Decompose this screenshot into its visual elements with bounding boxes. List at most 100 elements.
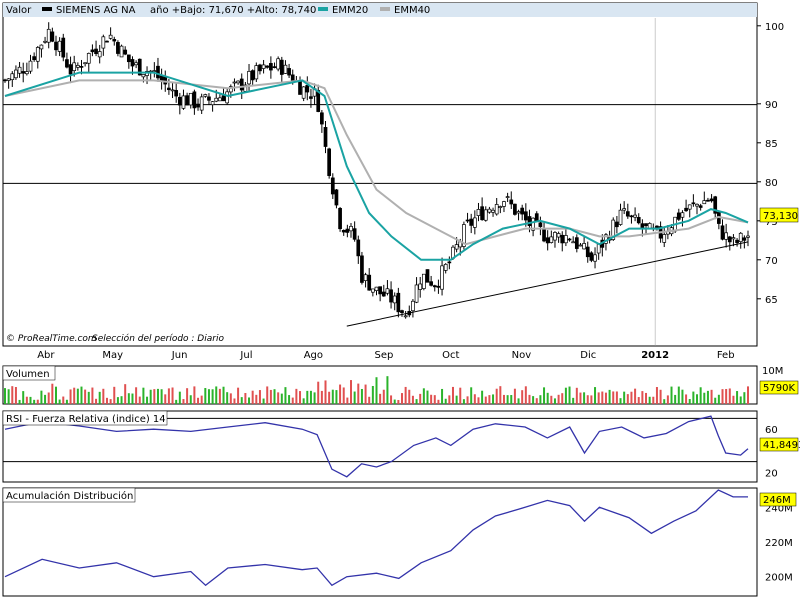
volume-bar (331, 389, 334, 404)
volume-bar (193, 386, 196, 404)
candle-body (32, 56, 36, 61)
candle-body (596, 243, 601, 254)
volume-bar (422, 388, 425, 404)
volume-bar (532, 396, 535, 404)
volume-bar (76, 388, 79, 404)
candle-body (662, 234, 667, 243)
candle-body (203, 94, 208, 97)
candle-body (250, 70, 255, 81)
volume-tick-10m: 10M (762, 366, 783, 377)
volume-bar (116, 397, 119, 404)
candle-body (491, 209, 495, 213)
candle-body (505, 196, 510, 198)
header-label: Valor (6, 5, 32, 16)
volume-bar (135, 387, 138, 404)
candle-body (21, 71, 26, 74)
candle-body (742, 237, 747, 241)
volume-bar (648, 396, 651, 404)
volume-bar (124, 384, 127, 404)
candle-body (261, 64, 266, 69)
ema20-legend: EMM20 (332, 5, 368, 16)
volume-bar (98, 391, 101, 404)
volume-bar (459, 387, 462, 404)
candle-body (443, 263, 448, 271)
candle-body (334, 189, 339, 206)
volume-bar (615, 391, 618, 404)
candle-body (706, 199, 710, 202)
price-tick-label: 90 (765, 100, 778, 111)
candle-body (425, 269, 430, 283)
volume-title: Volumen (6, 369, 50, 380)
candle-body (687, 204, 692, 210)
volume-bar (240, 397, 243, 404)
volume-bar (299, 391, 302, 404)
month-label: Jul (239, 350, 252, 361)
candle-body (61, 37, 66, 58)
candle-body (494, 204, 499, 215)
candle-body (702, 200, 707, 205)
candle-body (46, 28, 51, 43)
volume-bar (510, 395, 513, 404)
volume-bar (197, 397, 200, 404)
volume-bar (601, 391, 604, 404)
candle-body (560, 234, 565, 244)
candle-body (279, 59, 284, 75)
volume-bar (339, 384, 342, 404)
candle-body (320, 112, 324, 125)
volume-bar (233, 398, 236, 404)
candle-body (469, 218, 474, 226)
volume-bar (386, 376, 389, 404)
candle-body (119, 45, 124, 58)
volume-bar (710, 389, 713, 404)
volume-bar (484, 396, 487, 404)
candle-body (97, 51, 102, 58)
volume-bar (360, 388, 363, 404)
last-price-value: 73,130 (763, 211, 798, 222)
rsi-tick-label: 60 (765, 425, 778, 436)
month-label: 2012 (641, 350, 669, 361)
candle-body (269, 63, 273, 71)
volume-bar (368, 396, 371, 404)
candle-body (447, 261, 452, 264)
candle-body (174, 90, 179, 97)
volume-bar (280, 393, 283, 404)
volume-bar (229, 393, 232, 404)
month-label: Jun (171, 350, 188, 361)
month-label: Dic (580, 350, 596, 361)
month-label: Feb (717, 350, 735, 361)
volume-bar (448, 395, 451, 404)
candle-body (538, 222, 543, 227)
volume-bar (215, 386, 218, 404)
month-label: Nov (512, 350, 532, 361)
candle-body (709, 198, 714, 202)
volume-bar (375, 377, 378, 404)
volume-bar (69, 389, 72, 404)
candle-body (367, 274, 372, 291)
candle-body (192, 91, 197, 109)
candle-body (724, 232, 728, 240)
volume-bar (481, 390, 484, 404)
month-label: Sep (375, 350, 394, 361)
volume-bar (594, 387, 597, 404)
volume-bar (142, 387, 145, 404)
volume-bar (604, 392, 607, 404)
volume-last-value: 5790K (763, 383, 795, 394)
volume-bar (404, 386, 407, 404)
volume-bar (51, 383, 54, 404)
candle-body (156, 65, 160, 79)
volume-bar (630, 391, 633, 404)
volume-bar (561, 393, 564, 404)
volume-bar (320, 390, 323, 404)
volume-bar (73, 387, 76, 404)
candle-body (403, 315, 408, 318)
candle-body (272, 66, 277, 69)
volume-bar (455, 395, 458, 404)
volume-bar (568, 386, 571, 404)
volume-bar (357, 383, 360, 404)
candle-body (480, 206, 484, 221)
accdist-tick-label: 220M (765, 538, 793, 549)
volume-bar (14, 387, 17, 404)
volume-bar (400, 393, 403, 404)
volume-bar (539, 395, 542, 404)
rsi-title: RSI - Fuerza Relativa (indice) 14 (6, 414, 166, 425)
